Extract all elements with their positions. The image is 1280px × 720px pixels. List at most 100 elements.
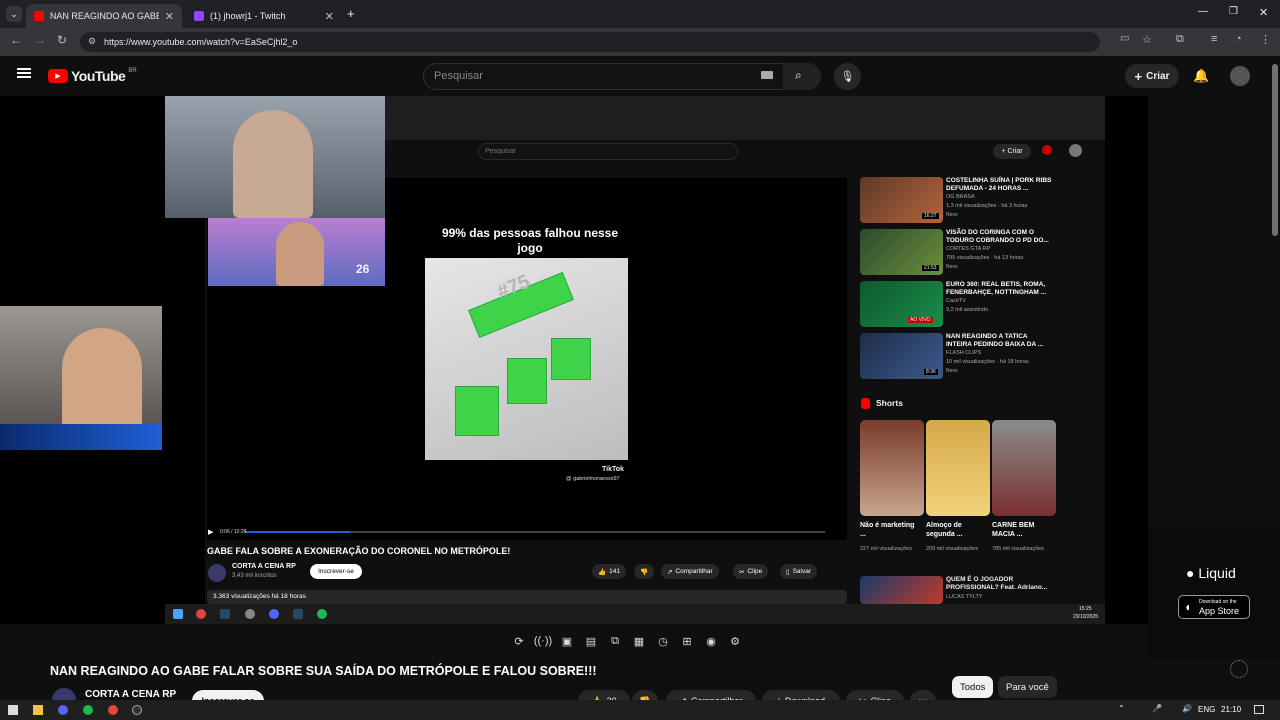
discord-icon[interactable] <box>58 705 68 715</box>
close-tab-icon[interactable]: ✕ <box>165 10 174 23</box>
forward-icon[interactable]: → <box>34 33 46 47</box>
extensions-icon[interactable]: ⧉ <box>1176 33 1184 46</box>
inner-share-label: Compartilhar <box>675 568 713 575</box>
new-tab-icon[interactable]: + <box>347 6 355 21</box>
cast-icon[interactable]: ▭ <box>1120 33 1129 44</box>
chip-todos[interactable]: Todos <box>952 676 994 698</box>
windows-start-icon[interactable] <box>8 705 18 715</box>
keyboard-icon[interactable] <box>761 71 773 79</box>
chrome-icon[interactable] <box>108 705 118 715</box>
file-explorer-icon[interactable] <box>33 705 43 715</box>
close-tab-icon[interactable]: ✕ <box>325 10 334 23</box>
ad-brand[interactable]: ● Liquid <box>1186 565 1236 581</box>
volume-tray-icon[interactable]: 🔊 <box>1182 704 1192 713</box>
bookmark-icon: ▯ <box>786 568 790 576</box>
search-icon: ⌕ <box>795 68 802 82</box>
create-button[interactable]: + Criar <box>1125 64 1179 88</box>
guest-figure <box>276 222 324 286</box>
windows-taskbar <box>0 700 1280 720</box>
rec-live-badge: AO VIVO <box>908 317 933 323</box>
inner-windows-taskbar <box>165 604 1105 624</box>
rec-channel: FLASH CLIPS <box>946 350 982 356</box>
mic-tray-icon[interactable]: 🎤 <box>1152 704 1162 713</box>
rec-channel: OG BRASA <box>946 194 975 200</box>
add-to-queue-icon[interactable]: ⊞ <box>678 633 696 649</box>
notifications-bell-icon[interactable]: 🔔 <box>1193 68 1209 84</box>
page-scrollbar[interactable] <box>1272 64 1278 236</box>
loop-icon[interactable]: ⟳ <box>510 633 528 649</box>
shorts-heading: Shorts <box>876 398 903 408</box>
game-block <box>507 358 547 404</box>
ad-panel[interactable] <box>1148 528 1280 658</box>
inner-subscriber-count: 3,43 mil inscritos <box>232 573 277 579</box>
short-title: Não é marketing ... <box>860 522 915 538</box>
game-block <box>551 338 591 380</box>
search-placeholder: Pesquisar <box>434 70 483 82</box>
short-title: Almoço de segunda ... <box>926 522 963 538</box>
video-title: NAN REAGINDO AO GABE FALAR SOBRE SUA SAÍ… <box>50 664 597 678</box>
site-info-icon[interactable]: ⚙ <box>88 36 96 47</box>
back-icon[interactable]: ← <box>10 33 22 47</box>
screenshot-icon[interactable]: ◉ <box>702 633 720 649</box>
inner-rec-item: QUEM É O JOGADOR PROFISSIONAL? Feat. Adr… <box>860 576 1060 604</box>
language-indicator[interactable]: ENG <box>1198 705 1215 714</box>
inner-share-button: ↗ Compartilhar <box>661 564 719 579</box>
bookmark-star-icon[interactable]: ☆ <box>1142 33 1152 46</box>
rec-title: QUEM É O JOGADOR PROFISSIONAL? Feat. Adr… <box>946 576 1048 591</box>
thumbs-down-icon: 👎 <box>639 568 649 576</box>
broadcast-icon[interactable]: ((·)) <box>534 633 552 649</box>
short-views: 227 mil visualizações <box>860 546 912 552</box>
app-store-button[interactable]: ◖ Download on the App Store <box>1178 595 1250 619</box>
film-icon[interactable]: ▤ <box>582 633 600 649</box>
address-bar[interactable]: https://www.youtube.com/watch?v=EaSeCjhl… <box>80 32 1100 52</box>
pip-icon[interactable]: ⧉ <box>606 633 624 649</box>
reading-list-icon[interactable]: ≡ <box>1211 33 1217 45</box>
rec-duration: 16:27 <box>922 213 939 219</box>
cinema-icon[interactable]: ▦ <box>630 633 648 649</box>
scissors-icon: ✂ <box>739 568 745 576</box>
profile-icon[interactable]: ◔ <box>1235 33 1242 45</box>
inner-rec-item: AO VIVO EURO 360: REAL BETIS, ROMA, FENE… <box>860 281 1060 329</box>
hamburger-menu-icon[interactable] <box>17 68 31 78</box>
ad-brand-text: Liquid <box>1198 565 1236 581</box>
inner-channel-name: CORTA A CENA RP <box>232 563 296 570</box>
taskbar-clock[interactable]: 21:10 <box>1221 705 1241 714</box>
tab-youtube[interactable]: NAN REAGINDO AO GABE FALAR ✕ <box>26 4 182 28</box>
webcam-overlay-bar <box>0 424 162 450</box>
youtube-logo[interactable]: ▶ YouTube BR <box>48 68 137 84</box>
inner-avatar <box>1069 144 1082 157</box>
game-thumbnail: #75 <box>425 258 628 460</box>
inner-channel-avatar <box>208 564 226 582</box>
twitch-favicon-icon <box>194 11 204 21</box>
obs-icon[interactable] <box>132 705 142 715</box>
notifications-icon[interactable] <box>1254 705 1264 714</box>
miniplayer-icon[interactable]: ▣ <box>558 633 576 649</box>
close-window-icon[interactable]: ✕ <box>1259 6 1268 19</box>
short-thumbnail <box>926 420 990 516</box>
voice-search-button[interactable]: 🎙 <box>834 63 861 90</box>
settings-gear-icon[interactable]: ⚙ <box>726 633 744 649</box>
reload-icon[interactable]: ↻ <box>57 33 67 47</box>
short-views: 785 mil visualizações <box>992 546 1044 552</box>
tab-twitch[interactable]: (1) jhowrj1 - Twitch ✕ <box>186 4 342 28</box>
speed-icon[interactable]: ◷ <box>654 633 672 649</box>
browser-menu-icon[interactable]: ⋮ <box>1260 33 1271 46</box>
search-button[interactable]: ⌕ <box>783 63 821 90</box>
rec-views: 9,2 mil assistindo <box>946 307 989 313</box>
avatar[interactable] <box>1230 66 1250 86</box>
minimize-window-icon[interactable]: — <box>1198 6 1208 17</box>
channel-name[interactable]: CORTA A CENA RP <box>85 689 176 700</box>
rec-channel: CazéTV <box>946 298 966 304</box>
tray-chevron-icon[interactable]: ⌃ <box>1118 704 1125 713</box>
tab-search-button[interactable]: ⌄ <box>6 6 22 22</box>
plus-icon: + <box>1001 148 1006 155</box>
inner-video-title: GABE FALA SOBRE A EXONERAÇÃO DO CORONEL … <box>207 546 511 556</box>
inner-like-button: 👍 141 <box>592 564 626 579</box>
create-label: Criar <box>1146 70 1170 82</box>
chip-para-voce[interactable]: Para você <box>998 676 1057 698</box>
restore-window-icon[interactable]: ❐ <box>1229 6 1238 17</box>
spotify-icon[interactable] <box>83 705 93 715</box>
inner-subscribe-button: Inscrever-se <box>310 564 362 579</box>
inner-dislike-button: 👎 <box>634 564 654 579</box>
windows-start-icon <box>173 609 183 619</box>
